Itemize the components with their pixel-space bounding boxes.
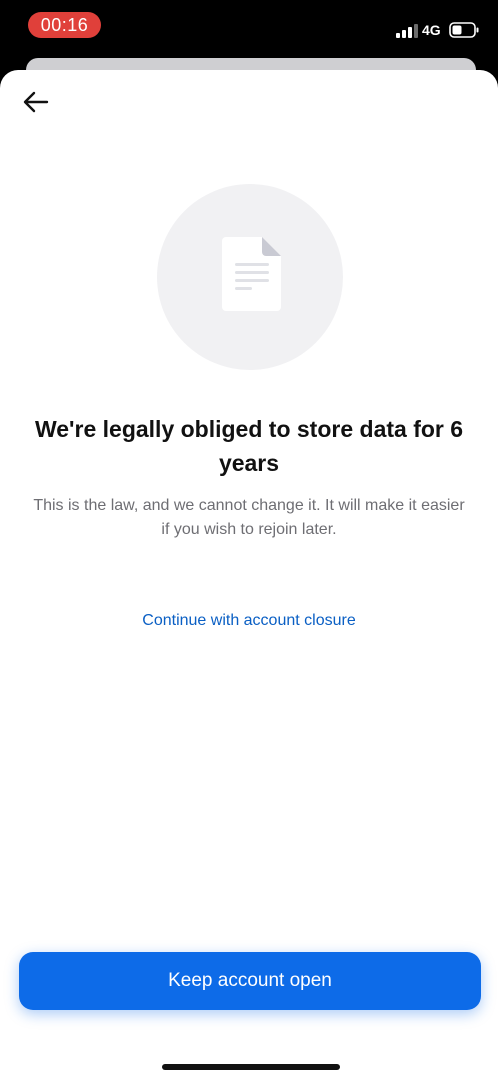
back-button[interactable] <box>20 88 52 116</box>
signal-icon <box>396 24 418 38</box>
home-indicator <box>162 1064 340 1070</box>
network-type: 4G <box>422 22 441 38</box>
keep-account-open-button[interactable]: Keep account open <box>19 952 481 1010</box>
account-closure-sheet: We're legally obliged to store data for … <box>0 70 498 1080</box>
battery-icon <box>449 22 479 38</box>
description-text: This is the law, and we cannot change it… <box>33 497 465 538</box>
document-icon <box>222 237 281 311</box>
status-bar: 00:16 4G <box>0 0 498 56</box>
continue-closure-link[interactable]: Continue with account closure <box>49 610 449 632</box>
page-title: We're legally obliged to store data for … <box>34 416 464 476</box>
arrow-left-icon <box>23 91 49 113</box>
document-illustration <box>157 184 343 370</box>
status-time: 00:16 <box>28 12 101 38</box>
